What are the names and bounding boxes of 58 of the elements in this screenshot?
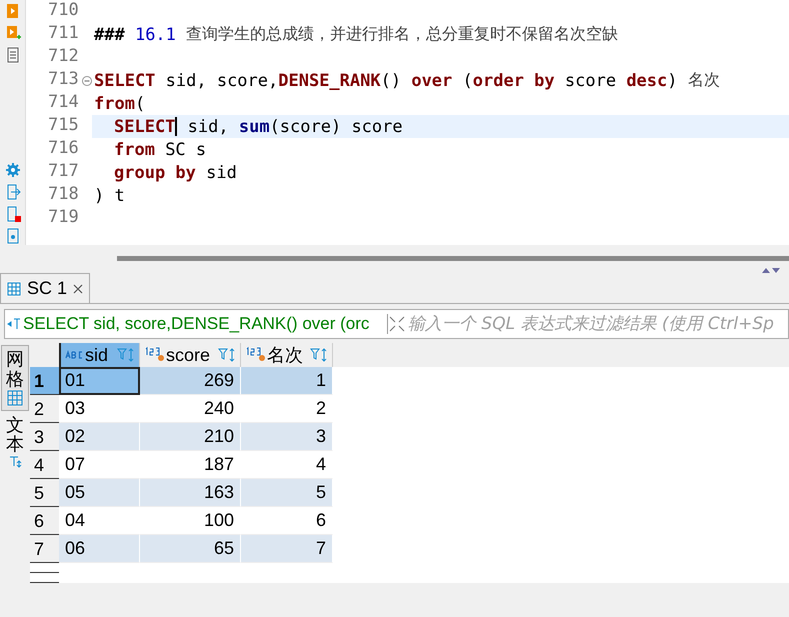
view-tab[interactable]: 文本 <box>1 410 29 474</box>
code-line: from SC s <box>113 138 208 161</box>
table-cell: 65 <box>140 535 241 563</box>
table-cell: 3 <box>241 423 333 451</box>
view-tab[interactable]: 网格 <box>1 345 29 411</box>
table-cell: 06 <box>59 535 140 563</box>
filter-field[interactable]: SELECT sid, score,DENSE_RANK() over (orc 输入一个 SQL 表达式来过滤结果 (使用 Ctrl+Sp <box>4 309 789 339</box>
table-icon <box>7 282 21 296</box>
fold-icon[interactable] <box>82 76 92 86</box>
query-text: SELECT sid, score,DENSE_RANK() over (orc <box>23 314 370 334</box>
settings-icon[interactable] <box>4 161 22 179</box>
text-type-icon <box>65 349 85 361</box>
line-number: 716 <box>48 138 79 158</box>
code-line: group by sid <box>113 162 238 184</box>
row-number[interactable]: 3 <box>30 423 59 451</box>
row-number[interactable]: 5 <box>30 479 59 507</box>
table-cell: 163 <box>140 479 241 507</box>
table-cell: 269 <box>140 367 241 395</box>
table-cell: 05 <box>59 479 140 507</box>
line-number: 713 <box>48 69 79 89</box>
line-number: 711 <box>48 23 79 43</box>
line-number: 717 <box>48 161 79 181</box>
code-line: from( <box>93 92 146 115</box>
number-type-icon <box>144 346 166 364</box>
filter-sort-icon[interactable] <box>218 347 236 363</box>
line-number: 715 <box>48 115 79 135</box>
row-number[interactable]: 7 <box>30 535 59 563</box>
line-number: 719 <box>48 207 79 227</box>
close-icon[interactable] <box>73 284 84 294</box>
table-cell: 02 <box>59 423 140 451</box>
filter-sort-icon[interactable] <box>117 347 135 363</box>
table-cell: 7 <box>241 535 333 563</box>
row-number[interactable]: 2 <box>30 395 59 423</box>
row-number[interactable]: 4 <box>30 451 59 479</box>
code-line: ) t <box>93 184 126 207</box>
expand-icon[interactable] <box>388 315 406 333</box>
code-line: SELECT sid, score,DENSE_RANK() over (order by score desc) 名次 <box>93 69 721 92</box>
table-cell: 210 <box>140 423 241 451</box>
table-cell: 5 <box>241 479 333 507</box>
code-line: ### 16.1 查询学生的总成绩，并进行排名，总分重复时不保留名次空缺 <box>93 23 620 46</box>
filter-input[interactable]: 输入一个 SQL 表达式来过滤结果 (使用 Ctrl+Sp <box>406 313 788 335</box>
result-tab[interactable]: SC 1 <box>0 273 90 303</box>
scroll-arrows-icon[interactable] <box>761 267 781 274</box>
row-number[interactable]: 1 <box>30 367 59 395</box>
scrollbar[interactable] <box>117 256 789 261</box>
line-number: 712 <box>48 46 79 66</box>
line-number: 710 <box>48 0 79 20</box>
line-number: 714 <box>48 92 79 112</box>
number-type-icon <box>245 346 267 364</box>
row-number[interactable]: 6 <box>30 507 59 535</box>
line-number: 718 <box>48 184 79 204</box>
filter-sort-icon[interactable] <box>310 347 328 363</box>
table-cell: 01 <box>59 367 140 395</box>
table-cell: 1 <box>241 367 333 395</box>
grid-icon <box>7 390 23 406</box>
text-format-icon <box>8 455 22 470</box>
column-header[interactable]: sid <box>59 343 140 367</box>
text-cursor-icon <box>7 317 21 331</box>
